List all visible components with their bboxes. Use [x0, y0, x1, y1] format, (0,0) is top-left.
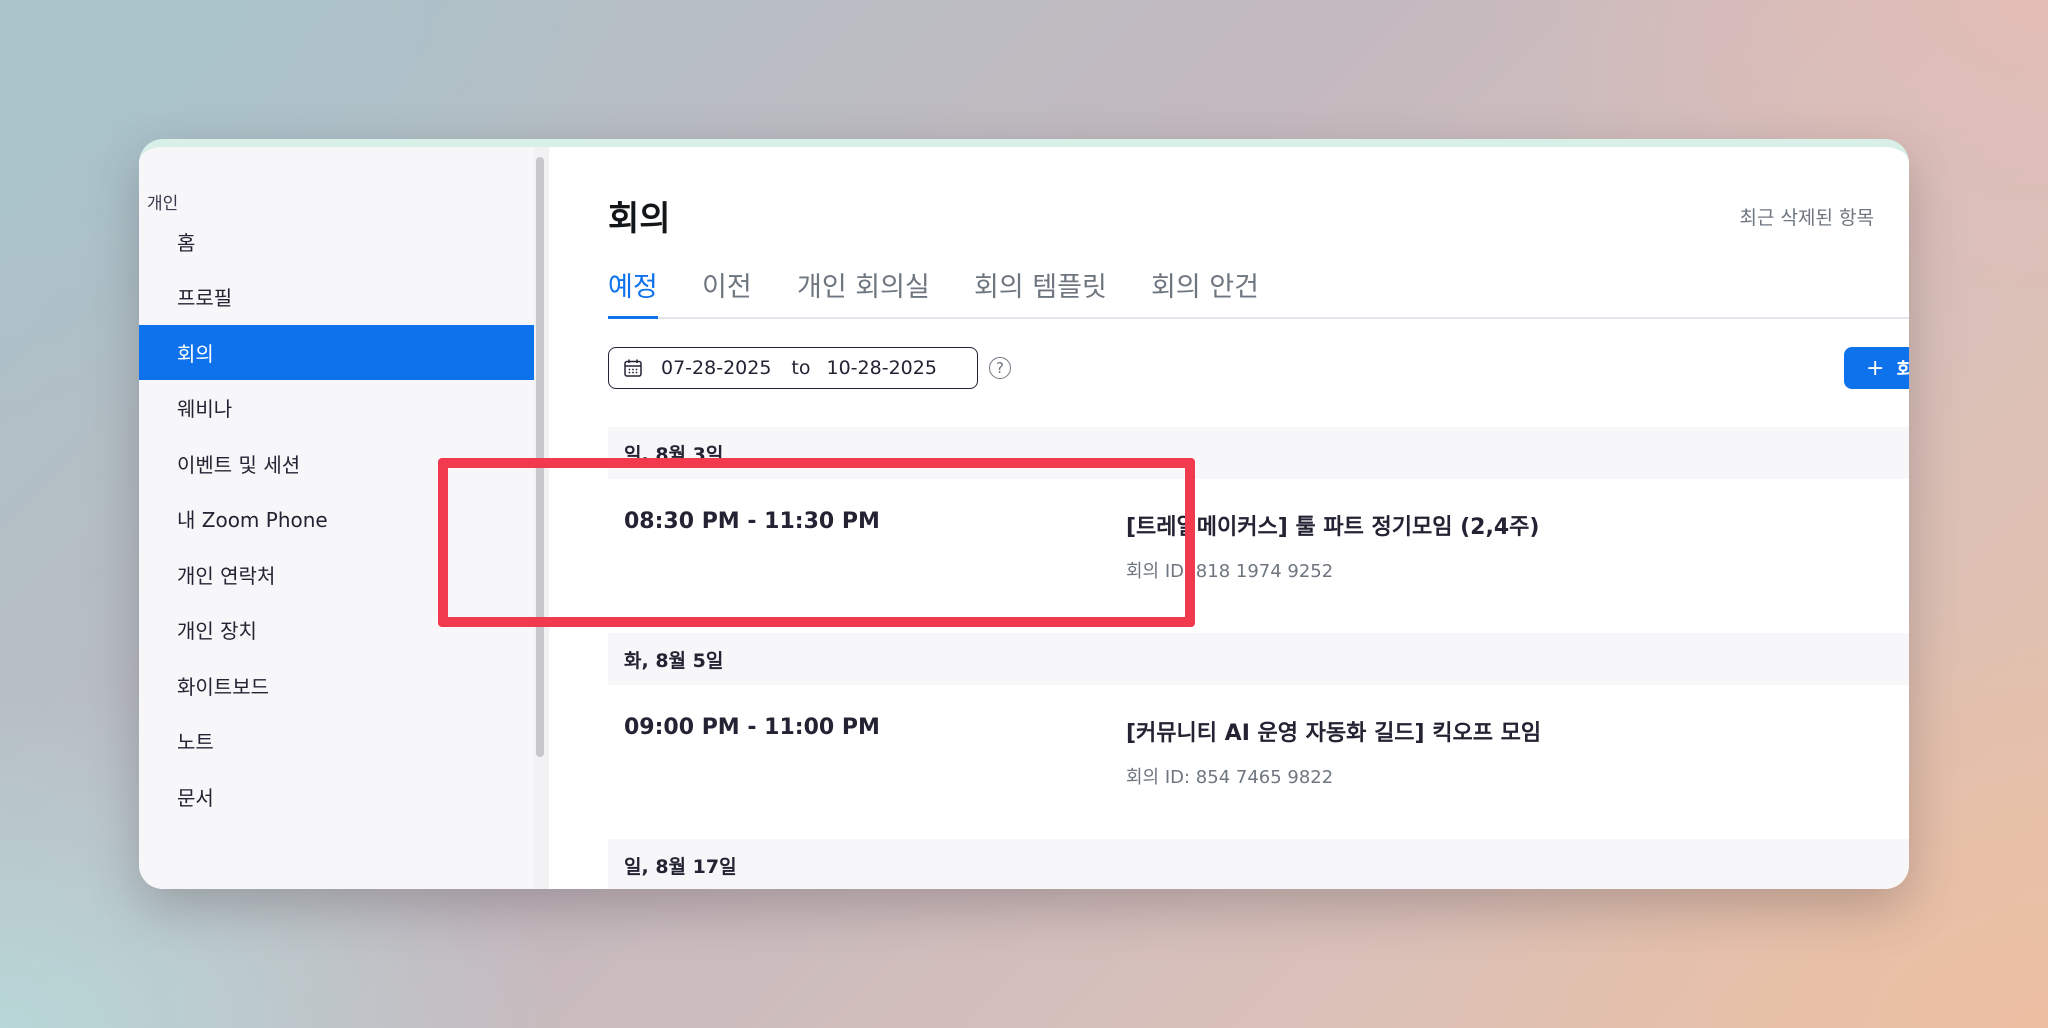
app-window: 개인 홈 프로필 회의 웨비나 이벤트 및 세션 내 Zoom Phone 개인…	[139, 139, 1909, 889]
sidebar: 개인 홈 프로필 회의 웨비나 이벤트 및 세션 내 Zoom Phone 개인…	[139, 147, 541, 889]
recently-deleted-link[interactable]: 최근 삭제된 항목	[1740, 203, 1874, 230]
sidebar-item-label: 문서	[177, 786, 214, 810]
tab-bar: 예정 이전 개인 회의실 회의 템플릿 회의 안건	[608, 265, 1909, 319]
sidebar-item-webinars[interactable]: 웨비나	[139, 380, 534, 435]
sidebar-item-documents[interactable]: 문서	[139, 769, 534, 824]
sidebar-item-label: 이벤트 및 세션	[177, 453, 301, 477]
sidebar-item-label: 화이트보드	[177, 675, 269, 699]
sidebar-item-label: 회의	[177, 342, 214, 366]
date-range-picker[interactable]: 07-28-2025 to 10-28-2025	[608, 347, 978, 389]
meeting-time: 09:00 PM - 11:00 PM	[624, 715, 880, 740]
sidebar-item-zoom-phone[interactable]: 내 Zoom Phone	[139, 491, 534, 546]
date-group-header: 화, 8월 5일	[608, 633, 1909, 685]
date-group-header: 일, 8월 3일	[608, 427, 1909, 479]
sidebar-item-label: 노트	[177, 730, 214, 754]
sidebar-item-notes[interactable]: 노트	[139, 713, 534, 768]
date-range-start[interactable]: 07-28-2025	[661, 357, 771, 379]
plus-icon: +	[1866, 355, 1885, 381]
sidebar-item-label: 프로필	[177, 286, 233, 310]
sidebar-item-label: 개인 장치	[177, 619, 257, 643]
tab-meeting-templates[interactable]: 회의 템플릿	[974, 265, 1107, 315]
sidebar-item-events-sessions[interactable]: 이벤트 및 세션	[139, 436, 534, 491]
sidebar-item-personal-contacts[interactable]: 개인 연락처	[139, 547, 534, 602]
date-group-header: 일, 8월 17일	[608, 839, 1909, 889]
tab-upcoming[interactable]: 예정	[608, 265, 658, 319]
sidebar-item-profile[interactable]: 프로필	[139, 269, 534, 324]
sidebar-scrollbar-thumb[interactable]	[536, 157, 544, 757]
sidebar-item-home[interactable]: 홈	[139, 214, 534, 269]
page-title: 회의	[608, 199, 671, 239]
date-range-separator: to	[791, 357, 811, 379]
meeting-title-link[interactable]: [커뮤니티 AI 운영 자동화 길드] 킥오프 모임	[1126, 715, 1541, 747]
schedule-meeting-button[interactable]: + 회의	[1844, 347, 1909, 389]
date-range-end[interactable]: 10-28-2025	[827, 357, 937, 379]
tab-meeting-agenda[interactable]: 회의 안건	[1151, 265, 1259, 315]
main-content: 회의 최근 삭제된 항목 예정 이전 개인 회의실 회의 템플릿 회의 안건 0…	[549, 147, 1909, 889]
meeting-time: 08:30 PM - 11:30 PM	[624, 509, 880, 534]
meeting-id: 회의 ID: 854 7465 9822	[1126, 767, 1334, 788]
calendar-icon	[624, 359, 642, 377]
meeting-id: 회의 ID: 818 1974 9252	[1126, 561, 1334, 582]
sidebar-item-label: 웨비나	[177, 397, 233, 421]
sidebar-heading: 개인	[147, 194, 179, 214]
sidebar-item-label: 내 Zoom Phone	[177, 508, 328, 532]
schedule-meeting-label: 회의	[1896, 355, 1909, 382]
tab-previous[interactable]: 이전	[702, 265, 752, 315]
sidebar-item-whiteboards[interactable]: 화이트보드	[139, 658, 534, 713]
tab-personal-room[interactable]: 개인 회의실	[797, 265, 930, 315]
sidebar-item-personal-devices[interactable]: 개인 장치	[139, 602, 534, 657]
sidebar-item-label: 홈	[177, 231, 196, 255]
question-circle-icon[interactable]: ?	[989, 357, 1011, 379]
meeting-title-link[interactable]: [트레일메이커스] 툴 파트 정기모임 (2,4주)	[1126, 509, 1539, 541]
sidebar-item-label: 개인 연락처	[177, 564, 276, 588]
sidebar-item-meetings[interactable]: 회의	[139, 325, 534, 380]
